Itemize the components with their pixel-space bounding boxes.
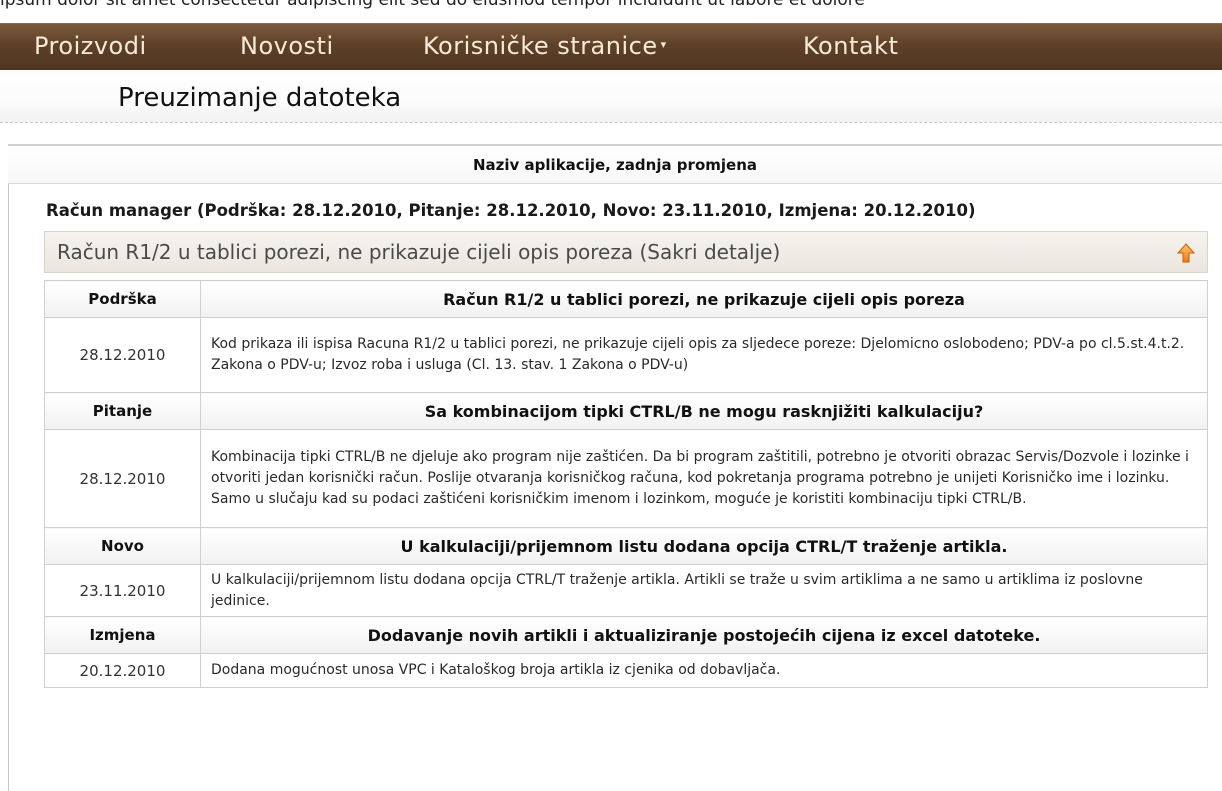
chevron-down-icon: ▾: [660, 37, 667, 51]
divider: [8, 144, 9, 791]
table-row: Novo U kalkulaciji/prijemnom listu dodan…: [44, 527, 1208, 565]
entry-title: U kalkulaciji/prijemnom listu dodana opc…: [200, 527, 1208, 565]
table-header: Naziv aplikacije, zadnja promjena: [8, 144, 1222, 184]
table-row: 23.11.2010 U kalkulaciji/prijemnom listu…: [44, 564, 1208, 617]
nav-item-label: Korisničke stranice: [423, 32, 658, 60]
nav-item-korisnicke-stranice[interactable]: Korisničke stranice ▾: [423, 32, 667, 60]
nav-item-proizvodi[interactable]: Proizvodi: [34, 32, 147, 60]
up-arrow-icon[interactable]: [1176, 243, 1196, 263]
entry-date: 28.12.2010: [44, 317, 201, 393]
entry-description: Kod prikaza ili ispisa Racuna R1/2 u tab…: [200, 317, 1208, 393]
application-summary[interactable]: Račun manager (Podrška: 28.12.2010, Pita…: [46, 201, 976, 220]
details-toggle[interactable]: Račun R1/2 u tablici porezi, ne prikazuj…: [44, 231, 1208, 273]
entry-title: Dodavanje novih artikli i aktualiziranje…: [200, 616, 1208, 654]
entry-description: U kalkulaciji/prijemnom listu dodana opc…: [200, 564, 1208, 617]
entry-type: Izmjena: [44, 616, 201, 654]
entry-title: Sa kombinacijom tipki CTRL/B ne mogu ras…: [200, 392, 1208, 430]
change-log-table: Podrška Račun R1/2 u tablici porezi, ne …: [44, 280, 1208, 688]
top-strip-text: lpsum dolor sit amet consectetur adipisc…: [0, 0, 865, 10]
entry-date: 23.11.2010: [44, 564, 201, 617]
nav-item-novosti[interactable]: Novosti: [240, 32, 334, 60]
page-heading: Preuzimanje datoteka: [0, 70, 1222, 123]
table-row: Podrška Račun R1/2 u tablici porezi, ne …: [44, 280, 1208, 318]
details-toggle-label: Račun R1/2 u tablici porezi, ne prikazuj…: [57, 240, 781, 264]
entry-title: Račun R1/2 u tablici porezi, ne prikazuj…: [200, 280, 1208, 318]
entry-date: 20.12.2010: [44, 653, 201, 688]
page-title: Preuzimanje datoteka: [118, 83, 402, 113]
table-header-label: Naziv aplikacije, zadnja promjena: [473, 156, 757, 174]
top-strip: lpsum dolor sit amet consectetur adipisc…: [0, 0, 1222, 18]
table-row: 28.12.2010 Kod prikaza ili ispisa Racuna…: [44, 317, 1208, 393]
entry-description: Dodana mogućnost unosa VPC i Kataloškog …: [200, 653, 1208, 688]
nav-item-kontakt[interactable]: Kontakt: [803, 32, 898, 60]
entry-date: 28.12.2010: [44, 429, 201, 528]
entry-description: Kombinacija tipki CTRL/B ne djeluje ako …: [200, 429, 1208, 528]
table-row: Pitanje Sa kombinacijom tipki CTRL/B ne …: [44, 392, 1208, 430]
entry-type: Pitanje: [44, 392, 201, 430]
main-navigation: Proizvodi Novosti Korisničke stranice ▾ K…: [0, 23, 1222, 71]
table-row: 20.12.2010 Dodana mogućnost unosa VPC i …: [44, 653, 1208, 688]
table-row: 28.12.2010 Kombinacija tipki CTRL/B ne d…: [44, 429, 1208, 528]
table-row: Izmjena Dodavanje novih artikli i aktual…: [44, 616, 1208, 654]
entry-type: Novo: [44, 527, 201, 565]
entry-type: Podrška: [44, 280, 201, 318]
